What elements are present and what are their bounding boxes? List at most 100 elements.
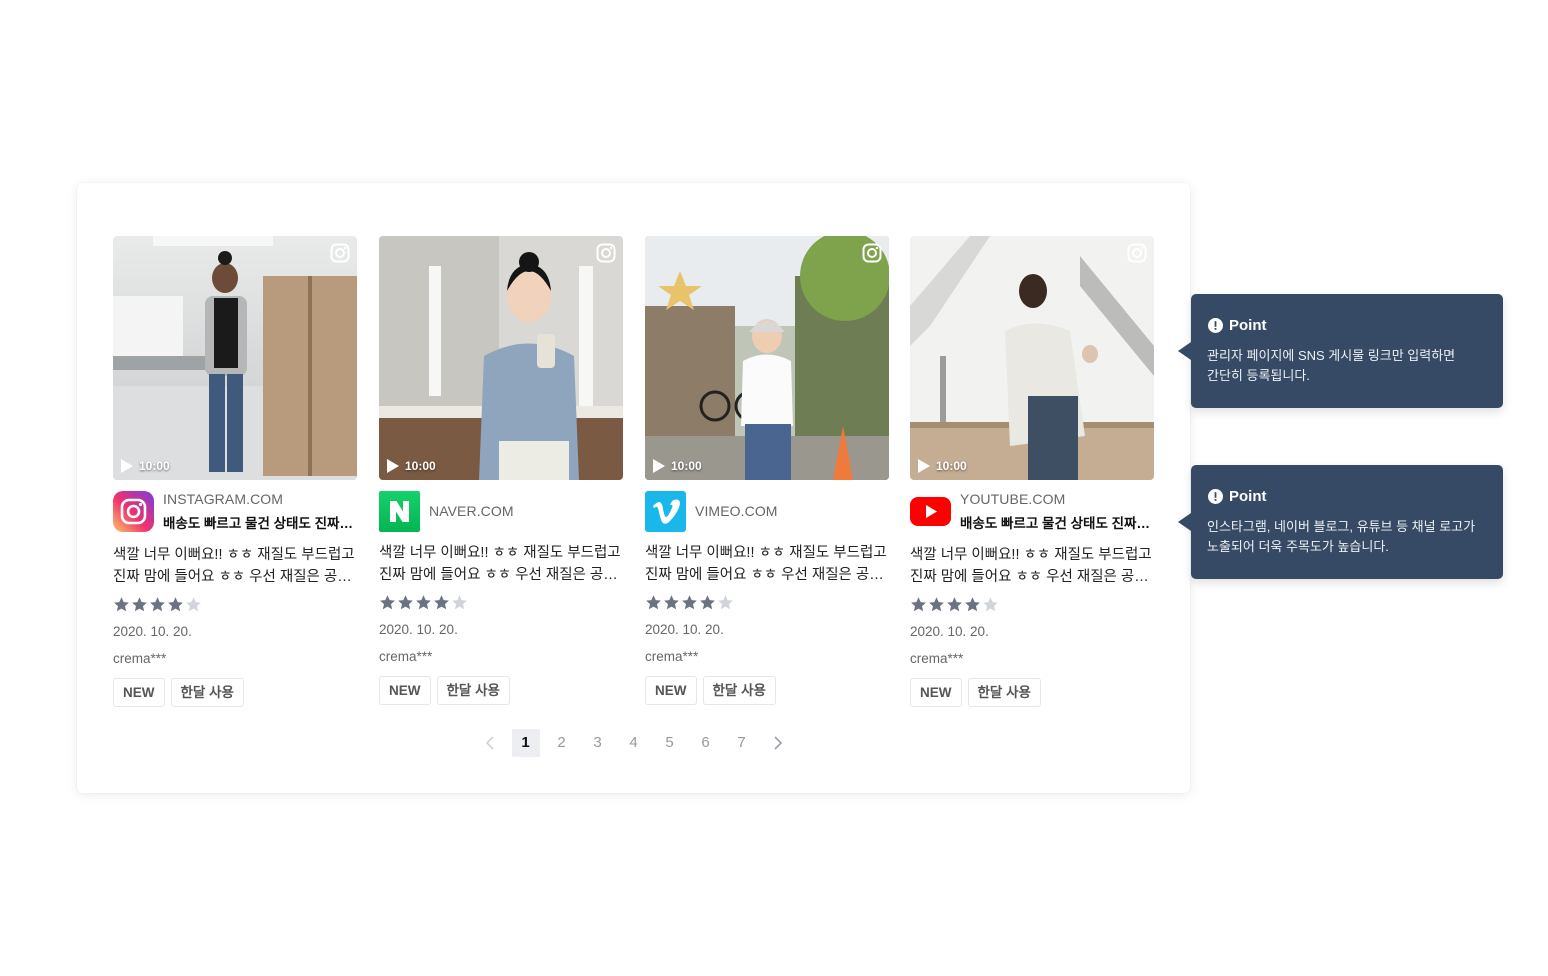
source-domain: INSTAGRAM.COM	[163, 490, 284, 507]
star-rating	[645, 594, 889, 611]
exclamation-circle-icon	[1208, 318, 1223, 333]
source-title[interactable]: 배송도 빠르고 물건 상태도 진짜 좋아요	[960, 512, 1152, 532]
point-tooltip: Point 인스타그램, 네이버 블로그, 유튜브 등 채널 로고가 노출되어 …	[1178, 465, 1503, 579]
tooltip-title: Point	[1229, 488, 1267, 505]
star-filled-icon	[646, 595, 661, 610]
naver-logo-icon	[379, 490, 420, 532]
review-card[interactable]: 10:00 NAVER.COM 색깔 너무 이뻐요!! ㅎㅎ 재질도 부드럽고 …	[379, 236, 623, 705]
page-6-button[interactable]: 6	[692, 729, 720, 757]
review-text[interactable]: 색깔 너무 이뻐요!! ㅎㅎ 재질도 부드럽고 진짜 맘에 들어요 ㅎㅎ 우선 …	[379, 542, 623, 586]
tag-list: NEW 한달 사용	[910, 678, 1154, 707]
review-card[interactable]: 10:00 INSTAGRAM.COM 배송도 빠르고 물건 상태도 진짜 좋아…	[113, 236, 357, 707]
exclamation-circle-icon	[1208, 489, 1223, 504]
chevron-right-icon	[773, 736, 782, 750]
video-thumbnail[interactable]: 10:00	[379, 236, 623, 480]
star-empty-icon	[186, 597, 201, 612]
star-filled-icon	[911, 597, 926, 612]
source-row[interactable]: YOUTUBE.COM 배송도 빠르고 물건 상태도 진짜 좋아요	[910, 490, 1154, 532]
star-filled-icon	[380, 595, 395, 610]
instagram-icon	[1127, 243, 1147, 268]
review-text-line: 색깔 너무 이뻐요!! ㅎㅎ 재질도 부드럽고	[113, 547, 355, 563]
video-thumbnail[interactable]: 10:00	[910, 236, 1154, 480]
tag-list: NEW 한달 사용	[379, 676, 623, 705]
review-text-line: 진짜 맘에 들어요 ㅎㅎ 우선 재질은 공…	[113, 569, 352, 585]
video-duration: 10:00	[936, 459, 967, 473]
tooltip-line: 관리자 페이지에 SNS 게시물 링크만 입력하면	[1207, 348, 1456, 363]
page-1-button[interactable]: 1	[511, 729, 540, 757]
play-icon[interactable]	[652, 458, 666, 474]
review-text[interactable]: 색깔 너무 이뻐요!! ㅎㅎ 재질도 부드럽고 진짜 맘에 들어요 ㅎㅎ 우선 …	[113, 544, 357, 588]
tooltip-body: 관리자 페이지에 SNS 게시물 링크만 입력하면 간단히 등록됩니다.	[1207, 346, 1487, 386]
play-icon[interactable]	[120, 458, 134, 474]
star-filled-icon	[947, 597, 962, 612]
star-empty-icon	[718, 595, 733, 610]
video-thumbnail[interactable]: 10:00	[113, 236, 357, 480]
star-filled-icon	[114, 597, 129, 612]
star-empty-icon	[983, 597, 998, 612]
review-card[interactable]: 10:00 VIMEO.COM 색깔 너무 이뻐요!! ㅎㅎ 재질도 부드럽고 …	[645, 236, 889, 705]
play-icon[interactable]	[917, 458, 931, 474]
star-filled-icon	[965, 597, 980, 612]
star-rating	[379, 594, 623, 611]
review-date: 2020. 10. 20.	[645, 622, 724, 637]
review-text-line: 색깔 너무 이뻐요!! ㅎㅎ 재질도 부드럽고	[910, 547, 1152, 563]
chevron-left-icon	[485, 736, 494, 750]
star-filled-icon	[416, 595, 431, 610]
star-rating	[910, 596, 1154, 613]
tag-new: NEW	[379, 676, 431, 705]
tag-usage: 한달 사용	[170, 678, 244, 707]
review-user: crema***	[910, 651, 964, 666]
instagram-icon	[330, 243, 350, 268]
star-filled-icon	[150, 597, 165, 612]
vimeo-logo-icon	[645, 490, 686, 532]
source-title[interactable]: 배송도 빠르고 물건 상태도 진짜 좋아요	[163, 512, 355, 532]
review-card[interactable]: 10:00 YOUTUBE.COM 배송도 빠르고 물건 상태도 진짜 좋아요 …	[910, 236, 1154, 707]
next-page-button[interactable]	[764, 729, 792, 757]
star-filled-icon	[434, 595, 449, 610]
source-row[interactable]: NAVER.COM	[379, 490, 623, 532]
source-domain: YOUTUBE.COM	[960, 490, 1066, 507]
page-4-button[interactable]: 4	[620, 729, 648, 757]
tooltip-line: 노출되어 더욱 주목도가 높습니다.	[1207, 539, 1389, 554]
review-photo	[113, 236, 357, 480]
instagram-logo-icon	[113, 490, 154, 532]
pagination: 1 2 3 4 5 6 7	[77, 729, 1190, 757]
star-empty-icon	[452, 595, 467, 610]
star-filled-icon	[664, 595, 679, 610]
play-icon[interactable]	[386, 458, 400, 474]
review-photo	[910, 236, 1154, 480]
page-5-button[interactable]: 5	[656, 729, 684, 757]
tooltip-title: Point	[1229, 317, 1267, 334]
page-7-button[interactable]: 7	[728, 729, 756, 757]
review-text-line: 색깔 너무 이뻐요!! ㅎㅎ 재질도 부드럽고	[645, 545, 887, 561]
source-row[interactable]: VIMEO.COM	[645, 490, 889, 532]
tooltip-line: 인스타그램, 네이버 블로그, 유튜브 등 채널 로고가	[1207, 519, 1476, 534]
review-photo	[645, 236, 889, 480]
review-date: 2020. 10. 20.	[379, 622, 458, 637]
star-filled-icon	[132, 597, 147, 612]
video-duration: 10:00	[671, 459, 702, 473]
star-filled-icon	[700, 595, 715, 610]
tag-usage: 한달 사용	[436, 676, 510, 705]
tag-usage: 한달 사용	[702, 676, 776, 705]
review-text[interactable]: 색깔 너무 이뻐요!! ㅎㅎ 재질도 부드럽고 진짜 맘에 들어요 ㅎㅎ 우선 …	[645, 542, 889, 586]
review-user: crema***	[113, 651, 167, 666]
instagram-icon	[862, 243, 882, 268]
tooltip-body: 인스타그램, 네이버 블로그, 유튜브 등 채널 로고가 노출되어 더욱 주목도…	[1207, 517, 1487, 557]
prev-page-button[interactable]	[476, 729, 504, 757]
source-row[interactable]: INSTAGRAM.COM 배송도 빠르고 물건 상태도 진짜 좋아요	[113, 490, 357, 532]
source-domain: NAVER.COM	[429, 503, 514, 519]
tag-list: NEW 한달 사용	[113, 678, 357, 707]
page-2-button[interactable]: 2	[548, 729, 576, 757]
review-text[interactable]: 색깔 너무 이뻐요!! ㅎㅎ 재질도 부드럽고 진짜 맘에 들어요 ㅎㅎ 우선 …	[910, 544, 1154, 588]
tooltip-line: 간단히 등록됩니다.	[1207, 368, 1310, 383]
star-rating	[113, 596, 357, 613]
star-filled-icon	[682, 595, 697, 610]
instagram-icon	[596, 243, 616, 268]
video-thumbnail[interactable]: 10:00	[645, 236, 889, 480]
page-3-button[interactable]: 3	[584, 729, 612, 757]
video-duration: 10:00	[139, 459, 170, 473]
youtube-logo-icon	[910, 491, 951, 532]
review-widget-panel: 10:00 INSTAGRAM.COM 배송도 빠르고 물건 상태도 진짜 좋아…	[77, 183, 1190, 793]
review-user: crema***	[379, 649, 433, 664]
